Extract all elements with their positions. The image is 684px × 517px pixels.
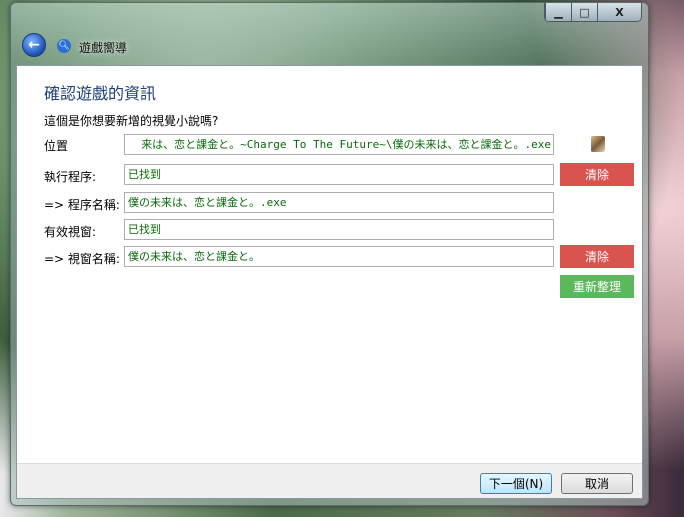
search-icon: 🔍︎ xyxy=(57,39,71,53)
window-valid-field[interactable]: 已找到 xyxy=(124,219,554,240)
refresh-button[interactable]: 重新整理 xyxy=(560,275,634,298)
window-title: 遊戲嚮導 xyxy=(79,41,128,55)
game-thumbnail-icon xyxy=(591,136,605,152)
process-name-label: => 程序名稱: xyxy=(44,198,120,212)
minimize-button[interactable]: ▁ xyxy=(545,3,571,21)
footer-bar: 下一個(N) 取消 xyxy=(17,463,642,498)
window-name-field[interactable]: 僕の未来は、恋と課金と。 xyxy=(124,246,554,267)
process-name-field[interactable]: 僕の未来は、恋と課金と。.exe xyxy=(124,192,554,213)
process-field[interactable]: 已找到 xyxy=(124,164,554,185)
close-button[interactable]: X xyxy=(597,3,641,21)
clear-window-button[interactable]: 清除 xyxy=(560,245,634,268)
cancel-button[interactable]: 取消 xyxy=(561,473,633,494)
back-arrow-icon[interactable]: ← xyxy=(22,33,46,57)
page-title: 確認遊戲的資訊 xyxy=(44,84,157,103)
location-field[interactable]: 来は、恋と課金と。~Charge To The Future~\僕の未来は、恋と… xyxy=(124,134,554,155)
window-name-label: => 視窗名稱: xyxy=(44,252,120,266)
maximize-button[interactable]: □ xyxy=(571,3,597,21)
window-valid-label: 有效視窗: xyxy=(44,225,97,239)
location-label: 位置 xyxy=(44,139,69,153)
caption-buttons: ▁ □ X xyxy=(544,3,642,22)
next-button[interactable]: 下一個(N) xyxy=(480,473,552,494)
process-label: 執行程序: xyxy=(44,170,97,184)
content-panel: 確認遊戲的資訊 這個是你想要新增的視覺小說嗎? 位置 来は、恋と課金と。~Cha… xyxy=(16,65,643,499)
clear-process-button[interactable]: 清除 xyxy=(560,163,634,186)
wizard-window: ▁ □ X ← 🔍︎ 遊戲嚮導 確認遊戲的資訊 這個是你想要新增的視覺小說嗎? … xyxy=(10,2,649,506)
question-text: 這個是你想要新增的視覺小說嗎? xyxy=(44,114,219,128)
